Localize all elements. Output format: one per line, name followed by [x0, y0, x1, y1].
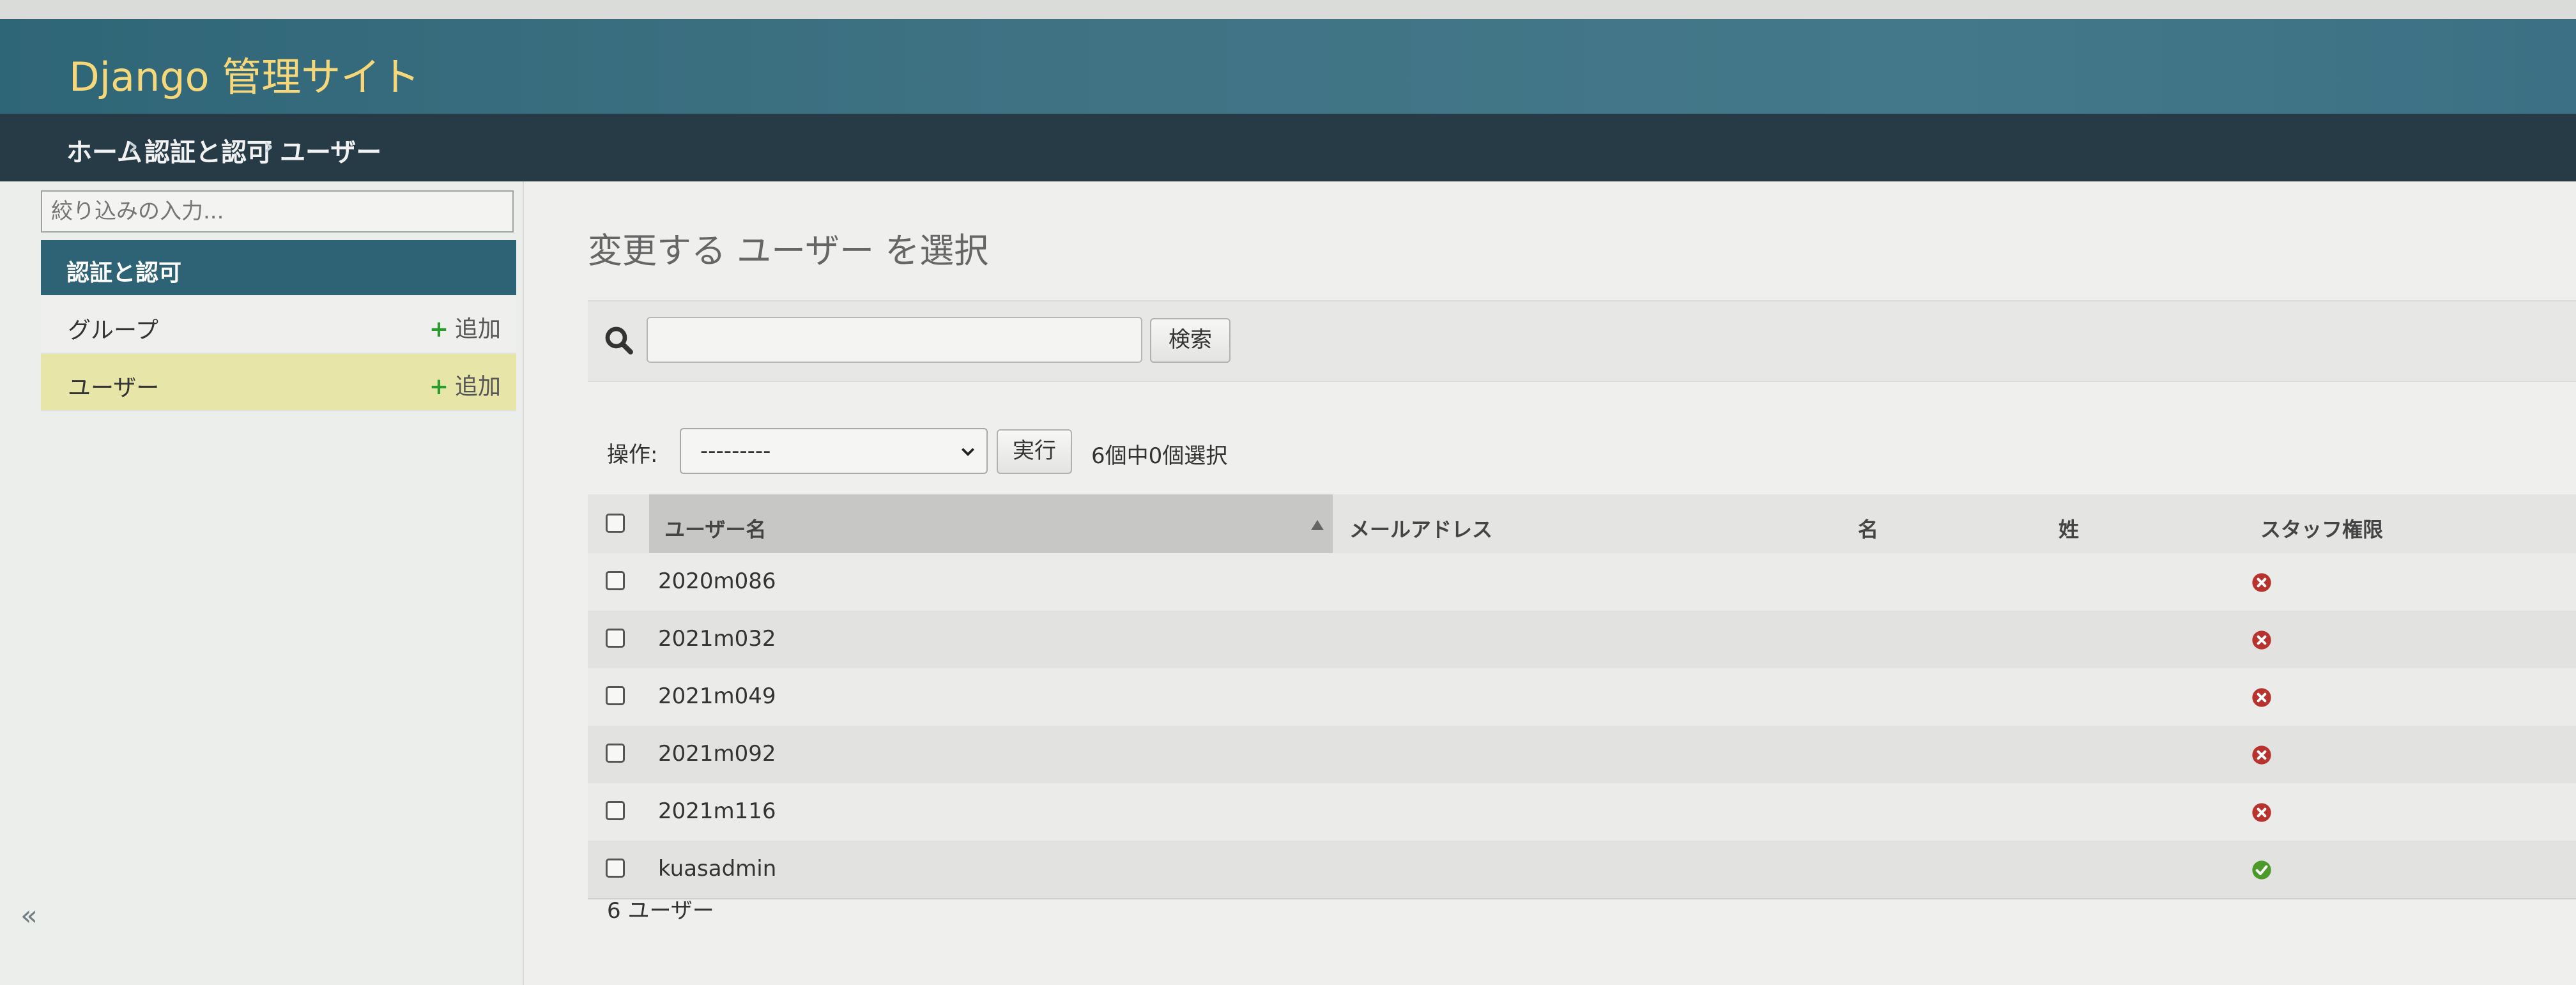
run-action-button[interactable]: 実行 — [997, 429, 1072, 474]
action-select[interactable]: --------- — [680, 428, 988, 474]
breadcrumb: ホーム › 認証と認可 › ユーザー — [0, 114, 2576, 181]
column-header-username[interactable]: ユーザー名 — [664, 514, 766, 543]
table-header: ユーザー名 メールアドレス 名 姓 スタッフ権限 — [588, 494, 2576, 554]
action-select-value: --------- — [700, 438, 771, 464]
status-no-icon — [2252, 803, 2271, 822]
status-no-icon — [2252, 688, 2271, 707]
row-checkbox[interactable] — [606, 744, 625, 763]
table-row: 2021m092 — [588, 726, 2576, 784]
sidebar-item-label[interactable]: グループ — [68, 312, 158, 345]
add-group-link[interactable]: + 追加 — [429, 310, 501, 344]
add-label: 追加 — [454, 316, 501, 342]
sidebar-item-label[interactable]: ユーザー — [68, 369, 159, 402]
table-row: 2021m049 — [588, 668, 2576, 727]
status-no-icon — [2252, 573, 2271, 592]
search-input[interactable] — [647, 317, 1142, 363]
breadcrumb-app[interactable]: 認証と認可 — [144, 132, 272, 169]
breadcrumb-separator: › — [128, 132, 139, 161]
breadcrumb-current: ユーザー — [280, 138, 382, 167]
username-link[interactable]: kuasadmin — [658, 856, 776, 882]
search-button[interactable]: 検索 — [1150, 318, 1230, 363]
search-icon — [605, 326, 633, 355]
row-checkbox[interactable] — [606, 571, 625, 590]
column-header-first-name[interactable]: 名 — [1858, 514, 1878, 543]
column-header-email[interactable]: メールアドレス — [1349, 514, 1492, 543]
action-label: 操作: — [607, 442, 658, 468]
chevron-down-icon — [961, 448, 975, 457]
username-link[interactable]: 2021m116 — [658, 798, 776, 824]
plus-icon: + — [429, 316, 448, 342]
row-checkbox[interactable] — [606, 686, 625, 705]
sort-ascending-icon[interactable] — [1310, 519, 1325, 531]
row-checkbox[interactable] — [606, 629, 625, 648]
window-top-strip — [0, 0, 2576, 20]
page-title: 変更する ユーザー を選択 — [588, 231, 989, 271]
add-user-link[interactable]: + 追加 — [429, 368, 501, 401]
table-row: 2021m116 — [588, 783, 2576, 842]
sidebar: 認証と認可 グループ +追加 ユーザー +追加 « — [0, 181, 524, 985]
sidebar-item-groups[interactable]: グループ + 追加 — [41, 296, 516, 354]
search-toolbar: 検索 — [588, 300, 2576, 382]
plus-icon: + — [429, 374, 448, 400]
nav-filter-input[interactable] — [41, 190, 514, 233]
app-caption-auth[interactable]: 認証と認可 — [41, 240, 516, 295]
username-link[interactable]: 2021m032 — [658, 626, 776, 652]
status-no-icon — [2252, 745, 2271, 765]
breadcrumb-separator: › — [263, 132, 274, 161]
content-main: 変更する ユーザー を選択 検索 操作: --------- 実行 6個中0個選… — [524, 181, 2576, 985]
sidebar-item-users[interactable]: ユーザー + 追加 — [41, 354, 516, 411]
column-header-last-name[interactable]: 姓 — [2058, 514, 2079, 543]
add-label: 追加 — [454, 374, 501, 400]
table-row: 2021m032 — [588, 611, 2576, 669]
site-branding[interactable]: Django 管理サイト — [69, 45, 420, 102]
username-link[interactable]: 2021m049 — [658, 683, 776, 709]
table-row: kuasadmin — [588, 841, 2576, 899]
status-yes-icon — [2252, 860, 2271, 880]
paginator: 6 ユーザー — [607, 898, 714, 924]
table-row: 2020m086 — [588, 553, 2576, 612]
header: Django 管理サイト — [0, 19, 2576, 114]
status-no-icon — [2252, 630, 2271, 650]
column-header-staff[interactable]: スタッフ権限 — [2260, 514, 2383, 543]
collapse-sidebar-icon[interactable]: « — [20, 899, 38, 932]
app-caption-label: 認証と認可 — [66, 260, 182, 286]
username-link[interactable]: 2021m092 — [658, 741, 776, 767]
username-link[interactable]: 2020m086 — [658, 569, 776, 594]
actions-bar: 操作: --------- 実行 6個中0個選択 — [588, 418, 2576, 482]
row-checkbox[interactable] — [606, 801, 625, 820]
row-checkbox[interactable] — [606, 859, 625, 878]
select-all-checkbox[interactable] — [606, 514, 625, 533]
action-counter: 6個中0個選択 — [1091, 443, 1228, 469]
